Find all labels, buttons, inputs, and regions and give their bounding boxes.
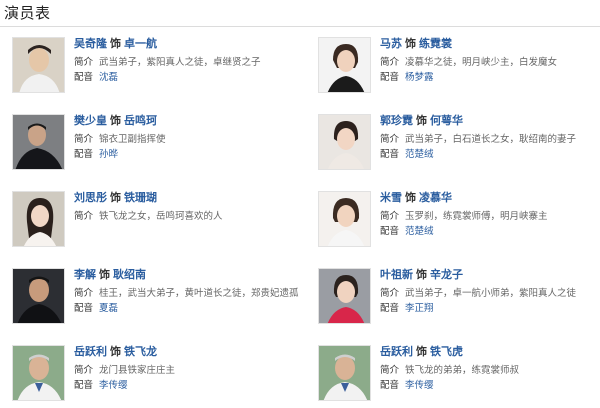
- actor-name-link[interactable]: 樊少皇: [74, 114, 107, 127]
- actor-photo[interactable]: [12, 37, 65, 93]
- actor-photo[interactable]: [12, 114, 65, 170]
- role-description: 武当弟子，紫阳真人之徒，卓继贤之子: [99, 57, 261, 68]
- voice-label: 配音: [74, 72, 94, 83]
- actor-photo[interactable]: [318, 191, 371, 247]
- cast-list: 吴奇隆饰卓一航 简介 武当弟子，紫阳真人之徒，卓继贤之子 配音 沈磊 马苏饰练霓裳 …: [0, 0, 600, 408]
- played-as-text: 饰: [416, 345, 427, 358]
- voice-label: 配音: [74, 303, 94, 314]
- actor-photo[interactable]: [318, 345, 371, 401]
- actor-photo[interactable]: [12, 268, 65, 324]
- voice-actor-link[interactable]: 范楚绒: [405, 226, 434, 237]
- cast-card: 郭珍霓饰何萼华 简介 武当弟子，白石道长之女，耿绍南的妻子 配音 范楚绒: [318, 114, 600, 174]
- played-as-text: 饰: [110, 345, 121, 358]
- voice-label: 配音: [380, 303, 400, 314]
- intro-label: 简介: [74, 288, 94, 299]
- role-name-link[interactable]: 铁飞龙: [124, 345, 157, 358]
- cast-card: 叶祖新饰辛龙子 简介 武当弟子，卓一航小师弟，紫阳真人之徒 配音 李正翔: [318, 268, 600, 328]
- actor-photo[interactable]: [318, 37, 371, 93]
- played-as-text: 饰: [405, 191, 416, 204]
- cast-card: 马苏饰练霓裳 简介 凌慕华之徒，明月峡少主，白发魔女 配音 杨梦露: [318, 37, 600, 97]
- actor-photo[interactable]: [318, 268, 371, 324]
- role-description: 龙门县铁家庄庄主: [99, 365, 176, 376]
- role-description: 玉罗刹，练霓裳师傅，明月峡寨主: [405, 211, 548, 222]
- role-description: 桂王，武当大弟子，黄叶道长之徒，郑贵妃遗孤: [99, 288, 299, 299]
- voice-label: 配音: [74, 149, 94, 160]
- cast-card: 李解饰耿绍南 简介 桂王，武当大弟子，黄叶道长之徒，郑贵妃遗孤 配音 夏磊: [12, 268, 302, 328]
- voice-label: 配音: [380, 380, 400, 391]
- intro-label: 简介: [74, 211, 94, 222]
- role-description: 铁飞龙的弟弟，练霓裳师叔: [405, 365, 520, 376]
- role-name-link[interactable]: 铁珊瑚: [124, 191, 157, 204]
- role-name-link[interactable]: 卓一航: [124, 37, 157, 50]
- actor-name-link[interactable]: 李解: [74, 268, 96, 281]
- cast-card: 米雪饰凌慕华 简介 玉罗刹，练霓裳师傅，明月峡寨主 配音 范楚绒: [318, 191, 600, 251]
- role-description: 凌慕华之徒，明月峡少主，白发魔女: [405, 57, 558, 68]
- actor-photo[interactable]: [12, 191, 65, 247]
- role-name-link[interactable]: 何萼华: [430, 114, 463, 127]
- intro-label: 简介: [380, 365, 400, 376]
- played-as-text: 饰: [416, 114, 427, 127]
- cast-card: 樊少皇饰岳鸣珂 简介 锦衣卫副指挥使 配音 孙晔: [12, 114, 302, 174]
- role-description: 铁飞龙之女，岳鸣珂喜欢的人: [99, 211, 223, 222]
- voice-label: 配音: [380, 226, 400, 237]
- actor-name-link[interactable]: 吴奇隆: [74, 37, 107, 50]
- role-name-link[interactable]: 凌慕华: [419, 191, 452, 204]
- actor-name-link[interactable]: 马苏: [380, 37, 402, 50]
- voice-label: 配音: [74, 380, 94, 391]
- voice-actor-link[interactable]: 沈磊: [99, 72, 118, 83]
- intro-label: 简介: [380, 134, 400, 145]
- voice-actor-link[interactable]: 夏磊: [99, 303, 118, 314]
- cast-card: 刘思彤饰铁珊瑚 简介 铁飞龙之女，岳鸣珂喜欢的人: [12, 191, 302, 251]
- voice-actor-link[interactable]: 孙晔: [99, 149, 118, 160]
- role-description: 武当弟子，卓一航小师弟，紫阳真人之徒: [405, 288, 577, 299]
- voice-actor-link[interactable]: 李传缨: [99, 380, 128, 391]
- actor-name-link[interactable]: 刘思彤: [74, 191, 107, 204]
- voice-actor-link[interactable]: 杨梦露: [405, 72, 434, 83]
- role-name-link[interactable]: 耿绍南: [113, 268, 146, 281]
- played-as-text: 饰: [110, 114, 121, 127]
- voice-label: 配音: [380, 72, 400, 83]
- actor-name-link[interactable]: 郭珍霓: [380, 114, 413, 127]
- intro-label: 简介: [74, 365, 94, 376]
- role-description: 武当弟子，白石道长之女，耿绍南的妻子: [405, 134, 577, 145]
- actor-photo[interactable]: [12, 345, 65, 401]
- cast-card: 岳跃利饰铁飞虎 简介 铁飞龙的弟弟，练霓裳师叔 配音 李传缨: [318, 345, 600, 405]
- intro-label: 简介: [380, 288, 400, 299]
- voice-actor-link[interactable]: 李传缨: [405, 380, 434, 391]
- actor-name-link[interactable]: 岳跃利: [380, 345, 413, 358]
- actor-name-link[interactable]: 米雪: [380, 191, 402, 204]
- played-as-text: 饰: [110, 37, 121, 50]
- role-name-link[interactable]: 铁飞虎: [430, 345, 463, 358]
- intro-label: 简介: [74, 134, 94, 145]
- intro-label: 简介: [380, 57, 400, 68]
- actor-name-link[interactable]: 叶祖新: [380, 268, 413, 281]
- voice-actor-link[interactable]: 李正翔: [405, 303, 434, 314]
- role-description: 锦衣卫副指挥使: [99, 134, 166, 145]
- played-as-text: 饰: [416, 268, 427, 281]
- role-name-link[interactable]: 岳鸣珂: [124, 114, 157, 127]
- actor-name-link[interactable]: 岳跃利: [74, 345, 107, 358]
- actor-photo[interactable]: [318, 114, 371, 170]
- played-as-text: 饰: [110, 191, 121, 204]
- intro-label: 简介: [380, 211, 400, 222]
- cast-card: 吴奇隆饰卓一航 简介 武当弟子，紫阳真人之徒，卓继贤之子 配音 沈磊: [12, 37, 302, 97]
- intro-label: 简介: [74, 57, 94, 68]
- played-as-text: 饰: [99, 268, 110, 281]
- played-as-text: 饰: [405, 37, 416, 50]
- cast-card: 岳跃利饰铁飞龙 简介 龙门县铁家庄庄主 配音 李传缨: [12, 345, 302, 405]
- voice-actor-link[interactable]: 范楚绒: [405, 149, 434, 160]
- role-name-link[interactable]: 辛龙子: [430, 268, 463, 281]
- role-name-link[interactable]: 练霓裳: [419, 37, 452, 50]
- voice-label: 配音: [380, 149, 400, 160]
